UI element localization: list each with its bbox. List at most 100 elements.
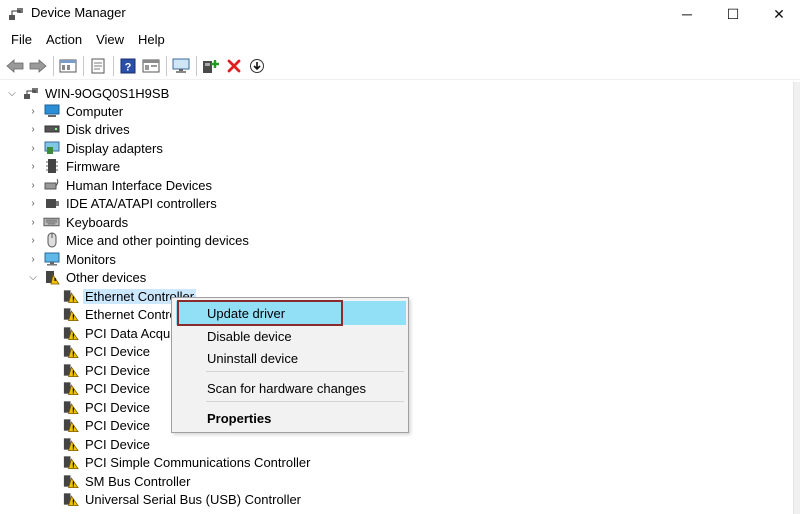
uninstall-button[interactable] — [223, 55, 245, 77]
update-icon — [250, 58, 264, 73]
monitor-icon — [172, 58, 190, 73]
maximize-button[interactable]: ☐ — [710, 0, 756, 28]
back-icon — [6, 58, 24, 73]
warning-device-icon — [62, 288, 79, 304]
device-item[interactable]: PCI Simple Communications Controller — [62, 453, 312, 471]
tree-item-human-interface-devices[interactable]: › Human Interface Devices — [27, 176, 214, 194]
firmware-icon — [43, 158, 60, 174]
monitor-button[interactable] — [170, 55, 192, 77]
close-button[interactable]: ✕ — [756, 0, 800, 28]
root-label: WIN-9OGQ0S1H9SB — [45, 85, 170, 101]
properties-button[interactable] — [87, 55, 109, 77]
help-button[interactable]: ? — [117, 55, 139, 77]
device-item[interactable]: PCI Device — [62, 361, 152, 379]
device-item[interactable]: PCI Data Acquis — [62, 324, 182, 342]
device-item[interactable]: SM Bus Controller — [62, 472, 192, 490]
device-label: PCI Device — [85, 362, 151, 378]
forward-button[interactable] — [27, 55, 49, 77]
device-item[interactable]: Ethernet Contro — [62, 305, 179, 323]
toolbar-separator — [166, 55, 167, 76]
context-menu: Update driver Disable device Uninstall d… — [171, 297, 409, 433]
monitor-icon — [43, 251, 60, 267]
view-icon — [142, 59, 160, 72]
device-item[interactable]: PCI Device — [62, 379, 152, 397]
expand-arrow-icon[interactable]: › — [27, 102, 39, 120]
tree-item-ide-controllers[interactable]: › IDE ATA/ATAPI controllers — [27, 194, 219, 212]
tree-item-firmware[interactable]: › Firmware — [27, 157, 122, 175]
ide-icon — [43, 195, 60, 211]
device-item[interactable]: PCI Device — [62, 435, 152, 453]
tree-item-label: Mice and other pointing devices — [66, 232, 249, 248]
tree-item-monitors[interactable]: › Monitors — [27, 250, 118, 268]
warning-device-icon — [62, 436, 79, 452]
menu-item-properties[interactable]: Properties — [176, 406, 406, 430]
vertical-scrollbar[interactable] — [793, 82, 800, 514]
device-label: PCI Device — [85, 417, 151, 433]
device-item[interactable]: PCI Device — [62, 342, 152, 360]
device-item[interactable]: Universal Serial Bus (USB) Controller — [62, 490, 303, 508]
minimize-button[interactable]: ─ — [664, 0, 710, 28]
collapse-arrow-icon[interactable]: ⌵ — [6, 84, 18, 102]
menu-separator — [206, 371, 404, 372]
disk-icon — [43, 121, 60, 137]
tree-item-other-devices[interactable]: ⌵ Other devices — [27, 268, 148, 286]
toolbar-separator — [113, 55, 114, 76]
update-button[interactable] — [246, 55, 268, 77]
expand-arrow-icon[interactable]: › — [27, 213, 39, 231]
warning-device-icon — [62, 380, 79, 396]
show-hide-button[interactable] — [57, 55, 79, 77]
expand-arrow-icon[interactable]: › — [27, 120, 39, 138]
tree-item-label: Other devices — [66, 269, 147, 285]
uninstall-icon — [227, 59, 241, 72]
warning-device-icon — [62, 417, 79, 433]
menu-help[interactable]: Help — [131, 30, 172, 49]
device-label: Universal Serial Bus (USB) Controller — [85, 491, 302, 507]
tree-item-label: IDE ATA/ATAPI controllers — [66, 195, 217, 211]
menu-file[interactable]: File — [4, 30, 39, 49]
other-devices-icon — [43, 269, 60, 285]
expand-arrow-icon[interactable]: › — [27, 231, 39, 249]
svg-text:?: ? — [125, 61, 132, 73]
tree-item-disk-drives[interactable]: › Disk drives — [27, 120, 132, 138]
collapse-arrow-icon[interactable]: ⌵ — [27, 268, 39, 286]
menu-item-scan-hardware[interactable]: Scan for hardware changes — [176, 376, 406, 400]
title-bar: Device Manager ─ ☐ ✕ — [0, 0, 800, 28]
device-label: PCI Device — [85, 343, 151, 359]
expand-arrow-icon[interactable]: › — [27, 250, 39, 268]
menu-action[interactable]: Action — [39, 30, 89, 49]
tree-root[interactable]: ⌵ WIN-9OGQ0S1H9SB — [6, 84, 171, 102]
back-button[interactable] — [4, 55, 26, 77]
menu-separator — [206, 401, 404, 402]
warning-device-icon — [62, 473, 79, 489]
toolbar-separator — [83, 55, 84, 76]
menu-item-uninstall-device[interactable]: Uninstall device — [176, 346, 406, 370]
expand-arrow-icon[interactable]: › — [27, 139, 39, 157]
tree-item-mice[interactable]: › Mice and other pointing devices — [27, 231, 251, 249]
tree-item-label: Keyboards — [66, 214, 129, 230]
window-title: Device Manager — [31, 5, 126, 20]
expand-arrow-icon[interactable]: › — [27, 194, 39, 212]
device-item[interactable]: PCI Device — [62, 416, 152, 434]
tree-item-label: Computer — [66, 103, 124, 119]
toolbar-separator — [53, 55, 54, 76]
tree-item-display-adapters[interactable]: › Display adapters — [27, 139, 165, 157]
view-button[interactable] — [140, 55, 162, 77]
device-item[interactable]: PCI Device — [62, 398, 152, 416]
device-manager-icon — [9, 8, 23, 20]
hid-icon — [43, 177, 60, 193]
add-driver-button[interactable] — [200, 55, 222, 77]
expand-arrow-icon[interactable]: › — [27, 157, 39, 175]
menu-bar: File Action View Help — [0, 28, 800, 50]
warning-device-icon — [62, 454, 79, 470]
tree-item-label: Human Interface Devices — [66, 177, 212, 193]
tree-item-keyboards[interactable]: › Keyboards — [27, 213, 130, 231]
highlight-outline — [177, 300, 343, 326]
device-label: PCI Simple Communications Controller — [85, 454, 311, 470]
properties-icon — [91, 58, 105, 73]
tree-item-computer[interactable]: › Computer — [27, 102, 125, 120]
menu-view[interactable]: View — [89, 30, 131, 49]
display-adapter-icon — [43, 140, 60, 156]
device-label: PCI Device — [85, 399, 151, 415]
expand-arrow-icon[interactable]: › — [27, 176, 39, 194]
menu-item-disable-device[interactable]: Disable device — [176, 324, 406, 348]
